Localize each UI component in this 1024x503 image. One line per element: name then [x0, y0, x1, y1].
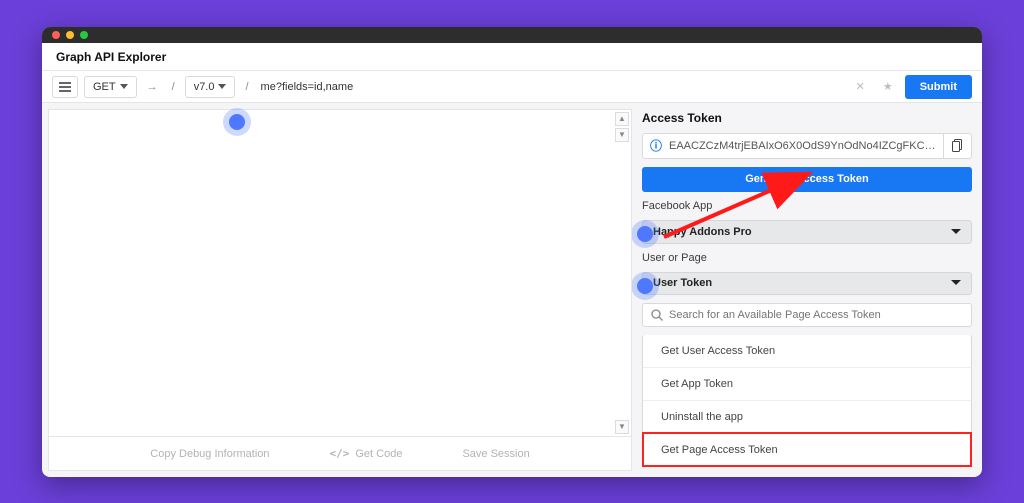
save-session-button[interactable]: Save Session [462, 448, 529, 460]
facebook-app-value: Happy Addons Pro [653, 226, 752, 238]
user-or-page-label: User or Page [642, 252, 972, 264]
facebook-app-select[interactable]: Happy Addons Pro [642, 220, 972, 244]
window-zoom-dot[interactable] [80, 31, 88, 39]
submit-button[interactable]: Submit [905, 75, 972, 99]
http-method-label: GET [93, 81, 116, 93]
response-footer: Copy Debug Information </> Get Code Save… [49, 436, 631, 470]
facebook-app-label: Facebook App [642, 200, 972, 212]
app-header: Graph API Explorer [42, 43, 982, 71]
user-or-page-value: User Token [653, 277, 712, 289]
caret-down-icon [218, 84, 226, 90]
info-icon[interactable]: ⓘ [643, 137, 669, 154]
request-toolbar: GET → / v7.0 / ✕ ★ Submit [42, 71, 982, 103]
onboarding-pulse-icon [637, 226, 653, 242]
access-token-heading: Access Token [642, 111, 972, 125]
menu-item-get-user-access-token[interactable]: Get User Access Token [643, 335, 971, 367]
response-body[interactable] [49, 110, 631, 436]
scroll-down-end-button[interactable]: ▼ [615, 420, 629, 434]
generate-access-token-button[interactable]: Generate Access Token [642, 167, 972, 192]
hamburger-icon [59, 82, 71, 92]
api-version-label: v7.0 [194, 81, 215, 93]
page-token-search-input[interactable] [669, 309, 963, 321]
scroll-down-button[interactable]: ▼ [615, 128, 629, 142]
menu-button[interactable] [52, 76, 78, 98]
menu-item-get-page-access-token[interactable]: Get Page Access Token [643, 433, 971, 466]
window-close-dot[interactable] [52, 31, 60, 39]
search-icon [651, 309, 663, 321]
caret-down-icon [951, 229, 961, 235]
path-slash-2: / [241, 81, 252, 93]
window-minimize-dot[interactable] [66, 31, 74, 39]
api-version-select[interactable]: v7.0 [185, 76, 236, 98]
response-panel: ▲ ▼ ▼ Copy Debug Information </> Get Cod… [48, 109, 632, 471]
get-code-button[interactable]: </> Get Code [330, 447, 403, 460]
get-code-label: Get Code [355, 448, 402, 460]
path-arrow: → [143, 81, 162, 93]
path-input[interactable] [259, 76, 844, 98]
menu-item-get-app-token[interactable]: Get App Token [643, 367, 971, 400]
user-or-page-menu: Get User Access Token Get App Token Unin… [642, 335, 972, 467]
caret-down-icon [951, 280, 961, 286]
page-title: Graph API Explorer [56, 50, 166, 64]
access-token-value[interactable] [669, 140, 943, 152]
caret-down-icon [120, 84, 128, 90]
user-or-page-select[interactable]: User Token [642, 272, 972, 296]
http-method-select[interactable]: GET [84, 76, 137, 98]
path-slash-1: / [168, 81, 179, 93]
clear-icon[interactable]: ✕ [850, 80, 871, 93]
scroll-up-button[interactable]: ▲ [615, 112, 629, 126]
favorite-icon[interactable]: ★ [877, 80, 899, 93]
code-icon: </> [330, 447, 350, 460]
page-token-search-row [642, 303, 972, 327]
menu-item-uninstall-app[interactable]: Uninstall the app [643, 400, 971, 433]
copy-token-button[interactable] [943, 134, 971, 158]
sidebar-panel: Access Token ⓘ Generate Access Token Fac… [632, 103, 982, 477]
access-token-field: ⓘ [642, 133, 972, 159]
copy-debug-button[interactable]: Copy Debug Information [150, 448, 269, 460]
copy-icon [952, 139, 964, 153]
window-titlebar [42, 27, 982, 43]
onboarding-pulse-icon [637, 278, 653, 294]
